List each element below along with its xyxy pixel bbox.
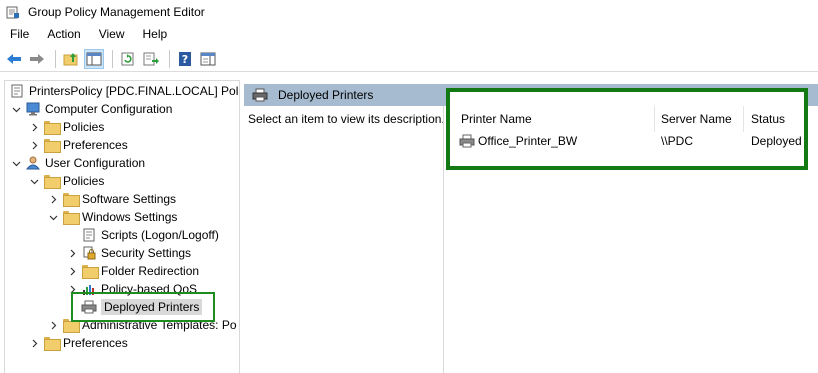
chevron-right-icon[interactable] xyxy=(29,338,39,348)
tree-highlight-box xyxy=(71,292,215,322)
tree-item-computer-configuration[interactable]: Computer Configuration xyxy=(11,100,172,118)
toolbar-separator xyxy=(112,49,113,68)
tree-label: Windows Settings xyxy=(82,210,178,224)
forward-button[interactable] xyxy=(27,49,47,69)
chevron-right-icon[interactable] xyxy=(29,122,39,132)
tree-item-security-settings[interactable]: Security Settings xyxy=(67,244,191,262)
chevron-right-icon[interactable] xyxy=(48,194,58,204)
description-text: Select an item to view its description. xyxy=(248,112,445,126)
tree-label: Folder Redirection xyxy=(101,264,200,278)
tree-label: Computer Configuration xyxy=(45,102,173,116)
menu-bar: File Action View Help xyxy=(0,24,818,44)
refresh-icon xyxy=(121,52,134,65)
tree-item-software-settings[interactable]: Software Settings xyxy=(48,190,176,208)
chevron-right-icon[interactable] xyxy=(67,248,77,258)
chevron-down-icon[interactable] xyxy=(29,176,39,186)
folder-up-icon xyxy=(63,52,78,65)
tree-item-computer-preferences[interactable]: Preferences xyxy=(29,136,128,154)
export-list-button[interactable] xyxy=(141,49,161,69)
tree-item-user-preferences[interactable]: Preferences xyxy=(29,334,128,352)
help-icon: ? xyxy=(179,51,191,66)
chevron-down-icon[interactable] xyxy=(11,104,21,114)
column-separator[interactable] xyxy=(743,106,744,132)
folder-icon xyxy=(43,336,61,351)
show-action-pane-button[interactable] xyxy=(198,49,218,69)
chevron-right-icon[interactable] xyxy=(48,320,58,330)
gpo-document-icon xyxy=(9,84,25,98)
pane-divider[interactable] xyxy=(443,106,444,373)
lock-icon xyxy=(81,246,97,260)
tree-item-user-configuration[interactable]: User Configuration xyxy=(11,154,145,172)
printer-icon xyxy=(459,134,475,148)
menu-help[interactable]: Help xyxy=(133,27,176,41)
tree-item-computer-policies[interactable]: Policies xyxy=(29,118,104,136)
tree-item-user-policies[interactable]: Policies xyxy=(29,172,104,190)
chevron-down-icon[interactable] xyxy=(11,158,21,168)
printer-list[interactable]: Printer Name Server Name Status Office_P… xyxy=(446,88,808,170)
gpo-editor-icon xyxy=(6,5,20,19)
column-separator[interactable] xyxy=(654,106,655,132)
tree-root[interactable]: PrintersPolicy [PDC.FINAL.LOCAL] Polic xyxy=(9,82,240,100)
refresh-button[interactable] xyxy=(118,49,138,69)
toolbar-separator xyxy=(55,49,56,68)
show-hide-tree-button[interactable] xyxy=(84,48,104,69)
user-icon xyxy=(25,156,41,170)
tree-label-root: PrintersPolicy [PDC.FINAL.LOCAL] Polic xyxy=(29,84,240,98)
folder-icon xyxy=(43,138,61,153)
printer-icon xyxy=(252,88,268,102)
action-pane-icon xyxy=(200,52,216,65)
menu-view[interactable]: View xyxy=(89,27,133,41)
tree-item-folder-redirection[interactable]: Folder Redirection xyxy=(67,262,199,280)
details-title: Deployed Printers xyxy=(278,88,374,102)
tree-label: Software Settings xyxy=(82,192,177,206)
folder-icon xyxy=(62,192,80,207)
status-cell: Deployed xyxy=(751,134,802,148)
tree-label: Scripts (Logon/Logoff) xyxy=(101,228,219,242)
printer-name-cell: Office_Printer_BW xyxy=(478,134,578,148)
chevron-down-icon[interactable] xyxy=(48,212,58,222)
export-list-icon xyxy=(143,52,159,65)
tree-item-scripts[interactable]: Scripts (Logon/Logoff) xyxy=(81,226,219,244)
tree-label: Policies xyxy=(63,120,105,134)
chevron-right-icon[interactable] xyxy=(29,140,39,150)
up-one-level-button[interactable] xyxy=(61,49,81,69)
svg-text:?: ? xyxy=(182,53,188,66)
folder-icon xyxy=(43,120,61,135)
arrow-right-icon xyxy=(30,53,44,64)
tree-label: User Configuration xyxy=(45,156,146,170)
console-tree[interactable]: PrintersPolicy [PDC.FINAL.LOCAL] Polic C… xyxy=(4,80,240,373)
table-row[interactable]: Office_Printer_BW xyxy=(459,134,577,148)
help-button[interactable]: ? xyxy=(175,49,195,69)
column-header-status[interactable]: Status xyxy=(751,112,785,126)
server-name-cell: \\PDC xyxy=(661,134,694,148)
column-header-printer-name[interactable]: Printer Name xyxy=(461,112,532,126)
arrow-left-icon xyxy=(7,53,21,64)
tree-item-windows-settings[interactable]: Windows Settings xyxy=(48,208,177,226)
column-header-server-name[interactable]: Server Name xyxy=(661,112,732,126)
menu-file[interactable]: File xyxy=(0,27,37,41)
back-button[interactable] xyxy=(4,49,24,69)
folder-icon xyxy=(43,174,61,189)
folder-icon xyxy=(81,264,99,279)
computer-icon xyxy=(25,102,41,116)
menu-action[interactable]: Action xyxy=(37,27,88,41)
toolbar: ? xyxy=(0,46,818,72)
console-tree-icon xyxy=(86,52,102,65)
script-document-icon xyxy=(81,228,97,242)
tree-label: Security Settings xyxy=(101,246,192,260)
toolbar-separator xyxy=(169,49,170,68)
tree-label: Preferences xyxy=(63,336,128,350)
chevron-right-icon[interactable] xyxy=(67,266,77,276)
tree-label: Preferences xyxy=(63,138,128,152)
window-title: Group Policy Management Editor xyxy=(28,5,205,19)
tree-label: Policies xyxy=(63,174,105,188)
folder-icon xyxy=(62,210,80,225)
title-bar: Group Policy Management Editor xyxy=(0,0,818,24)
